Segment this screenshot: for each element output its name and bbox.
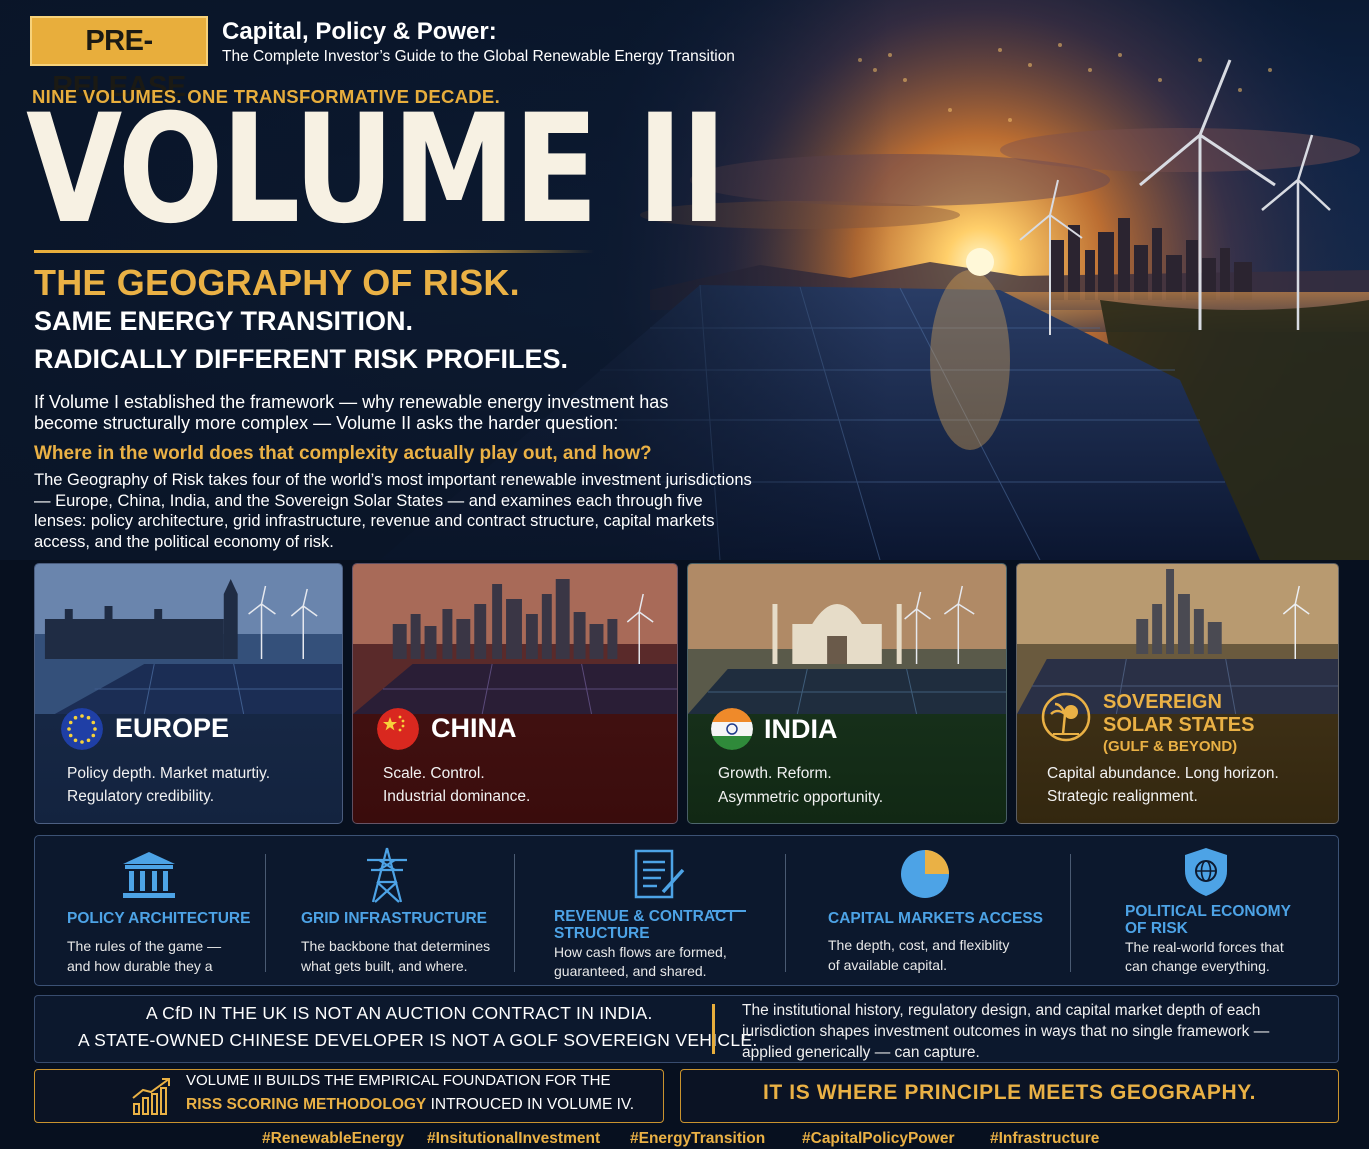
lens-description-1: How cash flows are formed, xyxy=(554,944,727,960)
intro-text: If Volume I established the framework — … xyxy=(34,392,669,433)
region-description-2: Industrial dominance. xyxy=(383,788,531,805)
palm-sun-icon xyxy=(1041,692,1091,742)
headline-title: THE GEOGRAPHY OF RISK. xyxy=(34,262,520,303)
series-title: Capital, Policy & Power: xyxy=(222,18,497,45)
lens-description-2: and how durable they a xyxy=(67,958,213,974)
methodology-highlight: RISS SCORING METHODOLOGY xyxy=(186,1096,427,1113)
hashtag[interactable]: #InsitutionalInvestment xyxy=(427,1130,600,1148)
five-lenses-panel: POLICY ARCHITECTURE The rules of the gam… xyxy=(34,835,1339,986)
methodology-line-2-rest: INTROUCED IN VOLUME IV. xyxy=(426,1096,635,1113)
lens-description-2: what gets built, and where. xyxy=(301,958,468,974)
lens-divider xyxy=(514,854,515,972)
government-building-icon xyxy=(121,850,177,905)
methodology-line-2: RISS SCORING METHODOLOGY INTROUCED IN VO… xyxy=(186,1096,634,1114)
transmission-tower-icon xyxy=(363,846,411,909)
region-name: SOVEREIGN xyxy=(1103,691,1222,713)
region-description-1: Scale. Control. xyxy=(383,765,485,782)
headline-line-2: RADICALLY DIFFERENT RISK PROFILES. xyxy=(34,344,569,374)
hashtag[interactable]: #CapitalPolicyPower xyxy=(802,1130,954,1148)
institutional-statement: The institutional history, regulatory de… xyxy=(742,1002,1270,1061)
hashtag[interactable]: #RenewableEnergy xyxy=(262,1130,404,1148)
lens-title: CAPITAL MARKETS ACCESS xyxy=(828,910,1044,927)
methodology-line-1: VOLUME II BUILDS THE EMPIRICAL FOUNDATIO… xyxy=(186,1072,611,1089)
region-name: INDIA xyxy=(764,714,838,744)
china-flag-icon xyxy=(377,708,419,750)
india-scene-image xyxy=(688,564,1006,714)
china-scene-image xyxy=(353,564,677,714)
pre-release-badge: PRE-RELEASE xyxy=(30,16,208,103)
lens-title: REVENUE & CONTRACT xyxy=(554,908,736,925)
india-flag-icon xyxy=(711,708,753,750)
region-description-1: Growth. Reform. xyxy=(718,765,832,782)
lens-description-2: guaranteed, and shared. xyxy=(554,963,707,979)
region-name: EUROPE xyxy=(115,713,230,743)
lens-title: POLITICAL ECONOMY xyxy=(1125,903,1291,920)
region-card-europe: EUROPE Policy depth. Market maturtiy. Re… xyxy=(34,563,343,824)
body-description: The Geography of Risk takes four of the … xyxy=(34,471,752,551)
comparison-statement-2: A STATE-OWNED CHINESE DEVELOPER IS NOT A… xyxy=(78,1030,758,1050)
lens-description-2: of available capital. xyxy=(828,957,948,973)
eu-flag-icon xyxy=(61,708,103,750)
region-name-line-2: SOLAR STATES xyxy=(1103,714,1255,736)
region-card-india: INDIA Growth. Reform. Asymmetric opportu… xyxy=(687,563,1007,824)
lens-divider xyxy=(1070,854,1071,972)
lens-description-1: The real-world forces that xyxy=(1125,939,1284,955)
principle-statement: IT IS WHERE PRINCIPLE MEETS GEOGRAPHY. xyxy=(762,1081,1257,1104)
series-subtitle: The Complete Investor’s Guide to the Glo… xyxy=(222,48,735,65)
pie-chart-icon xyxy=(899,848,951,905)
region-description-1: Policy depth. Market maturtiy. xyxy=(67,765,271,782)
region-name: CHINA xyxy=(431,713,517,743)
lens-description-1: The rules of the game — xyxy=(67,938,222,954)
gold-accent-bar xyxy=(712,1004,715,1054)
region-card-sovereign-solar-states: SOVEREIGN SOLAR STATES (GULF & BEYOND) C… xyxy=(1016,563,1339,824)
lens-title: GRID INFRASTRUCTURE xyxy=(301,910,487,927)
lens-description-2: can change everything. xyxy=(1125,958,1270,974)
region-name-line-3: (GULF & BEYOND) xyxy=(1103,738,1238,755)
comparison-statement-1: A CfD IN THE UK IS NOT AN AUCTION CONTRA… xyxy=(146,1003,653,1023)
hashtag[interactable]: #Infrastructure xyxy=(990,1130,1099,1148)
region-description-1: Capital abundance. Long horizon. xyxy=(1047,765,1279,782)
volume-title: VOLUME II xyxy=(26,83,727,257)
lens-description-1: The backbone that determines xyxy=(301,938,491,954)
lens-divider xyxy=(265,854,266,972)
region-description-2: Asymmetric opportunity. xyxy=(718,789,884,806)
region-description-2: Regulatory credibility. xyxy=(67,788,215,805)
europe-scene-image xyxy=(35,564,342,714)
shield-globe-icon xyxy=(1183,846,1229,903)
key-question: Where in the world does that complexity … xyxy=(34,443,652,464)
growth-chart-icon xyxy=(131,1076,175,1121)
lens-title-line-2: STRUCTURE xyxy=(554,925,650,942)
gold-divider xyxy=(34,250,594,253)
lens-title: POLICY ARCHITECTURE xyxy=(67,910,251,927)
headline-line-1: SAME ENERGY TRANSITION. xyxy=(34,306,414,336)
contract-document-icon xyxy=(633,848,687,905)
lens-divider xyxy=(785,854,786,972)
hashtag[interactable]: #EnergyTransition xyxy=(630,1130,765,1148)
region-card-china: CHINA Scale. Control. Industrial dominan… xyxy=(352,563,678,824)
lens-title-line-2: OF RISK xyxy=(1125,920,1188,937)
region-description-2: Strategic realignment. xyxy=(1047,788,1198,805)
decorative-line xyxy=(712,910,746,912)
lens-description-1: The depth, cost, and flexiblity xyxy=(828,937,1010,953)
